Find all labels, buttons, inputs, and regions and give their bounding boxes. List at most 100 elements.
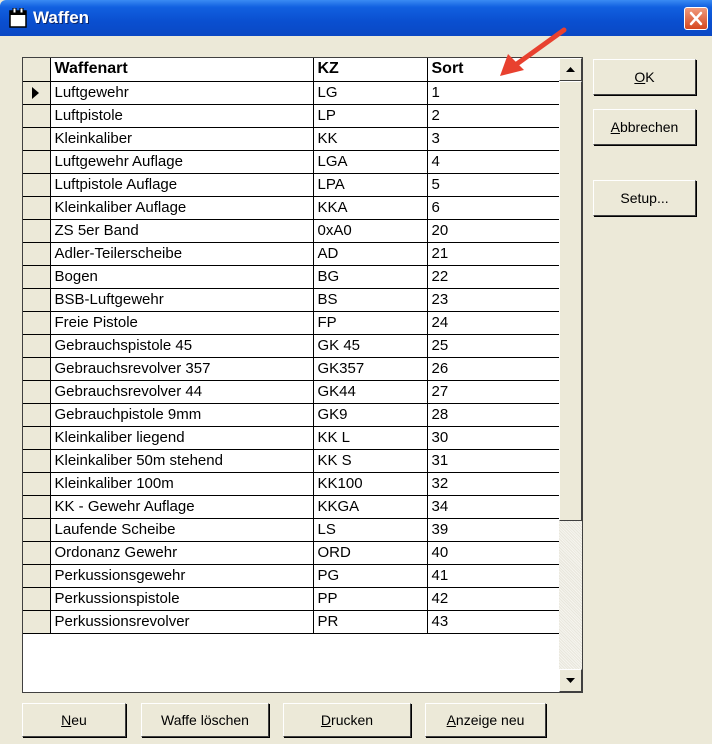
table-row[interactable]: Freie Pistole FP 24 bbox=[23, 311, 562, 335]
cell-waffenart[interactable]: Perkussionspistole bbox=[50, 587, 314, 611]
table-row[interactable]: Perkussionspistole PP 42 bbox=[23, 587, 562, 611]
cell-waffenart[interactable]: Gebrauchsrevolver 357 bbox=[50, 357, 314, 381]
cell-sort[interactable]: 28 bbox=[427, 403, 562, 427]
row-selector[interactable] bbox=[23, 104, 51, 128]
row-selector[interactable] bbox=[23, 380, 51, 404]
cancel-button[interactable]: Abbrechen bbox=[593, 109, 696, 145]
cell-sort[interactable]: 32 bbox=[427, 472, 562, 496]
table-row[interactable]: BSB-Luftgewehr BS 23 bbox=[23, 288, 562, 312]
cell-waffenart[interactable]: Freie Pistole bbox=[50, 311, 314, 335]
cell-waffenart[interactable]: Gebrauchpistole 9mm bbox=[50, 403, 314, 427]
row-selector[interactable] bbox=[23, 242, 51, 266]
row-selector[interactable] bbox=[23, 610, 51, 634]
column-header-kz[interactable]: KZ bbox=[313, 58, 428, 82]
table-row[interactable]: Kleinkaliber liegend KK L 30 bbox=[23, 426, 562, 450]
vertical-scrollbar[interactable] bbox=[559, 58, 582, 692]
row-selector[interactable] bbox=[23, 472, 51, 496]
cell-sort[interactable]: 23 bbox=[427, 288, 562, 312]
cell-sort[interactable]: 6 bbox=[427, 196, 562, 220]
cell-kz[interactable]: KK L bbox=[313, 426, 428, 450]
cell-sort[interactable]: 4 bbox=[427, 150, 562, 174]
cell-sort[interactable]: 3 bbox=[427, 127, 562, 151]
table-row[interactable]: Adler-Teilerscheibe AD 21 bbox=[23, 242, 562, 266]
table-row[interactable]: Luftpistole LP 2 bbox=[23, 104, 562, 128]
cell-sort[interactable]: 20 bbox=[427, 219, 562, 243]
cell-kz[interactable]: GK 45 bbox=[313, 334, 428, 358]
cell-sort[interactable]: 39 bbox=[427, 518, 562, 542]
cell-waffenart[interactable]: Kleinkaliber 100m bbox=[50, 472, 314, 496]
table-row[interactable]: Kleinkaliber 100m KK100 32 bbox=[23, 472, 562, 496]
close-button[interactable] bbox=[684, 7, 708, 30]
table-row[interactable]: KK - Gewehr Auflage KKGA 34 bbox=[23, 495, 562, 519]
row-selector[interactable] bbox=[23, 265, 51, 289]
new-button[interactable]: Neu bbox=[22, 703, 126, 737]
row-selector[interactable] bbox=[23, 426, 51, 450]
row-selector[interactable] bbox=[23, 564, 51, 588]
row-selector[interactable] bbox=[23, 127, 51, 151]
cell-waffenart[interactable]: Kleinkaliber bbox=[50, 127, 314, 151]
cell-waffenart[interactable]: Ordonanz Gewehr bbox=[50, 541, 314, 565]
cell-kz[interactable]: LPA bbox=[313, 173, 428, 197]
cell-sort[interactable]: 30 bbox=[427, 426, 562, 450]
table-row[interactable]: Luftgewehr Auflage LGA 4 bbox=[23, 150, 562, 174]
cell-kz[interactable]: KK S bbox=[313, 449, 428, 473]
ok-button[interactable]: OK bbox=[593, 59, 696, 95]
cell-waffenart[interactable]: Luftpistole Auflage bbox=[50, 173, 314, 197]
column-header-waffenart[interactable]: Waffenart bbox=[50, 58, 314, 82]
table-row[interactable]: Perkussionsrevolver PR 43 bbox=[23, 610, 562, 634]
cell-kz[interactable]: KK100 bbox=[313, 472, 428, 496]
cell-kz[interactable]: KKGA bbox=[313, 495, 428, 519]
table-row[interactable]: Kleinkaliber KK 3 bbox=[23, 127, 562, 151]
table-row[interactable]: Luftgewehr LG 1 bbox=[23, 81, 562, 105]
cell-sort[interactable]: 26 bbox=[427, 357, 562, 381]
print-button[interactable]: Drucken bbox=[283, 703, 411, 737]
cell-waffenart[interactable]: Luftgewehr Auflage bbox=[50, 150, 314, 174]
row-selector[interactable] bbox=[23, 541, 51, 565]
row-selector[interactable] bbox=[23, 449, 51, 473]
row-selector[interactable] bbox=[23, 357, 51, 381]
cell-sort[interactable]: 34 bbox=[427, 495, 562, 519]
cell-kz[interactable]: KKA bbox=[313, 196, 428, 220]
cell-kz[interactable]: ORD bbox=[313, 541, 428, 565]
cell-kz[interactable]: BS bbox=[313, 288, 428, 312]
cell-kz[interactable]: GK9 bbox=[313, 403, 428, 427]
table-row[interactable]: Kleinkaliber 50m stehend KK S 31 bbox=[23, 449, 562, 473]
cell-waffenart[interactable]: Kleinkaliber liegend bbox=[50, 426, 314, 450]
row-selector[interactable] bbox=[23, 518, 51, 542]
table-row[interactable]: ZS 5er Band 0xA0 20 bbox=[23, 219, 562, 243]
refresh-view-button[interactable]: Anzeige neu bbox=[425, 703, 546, 737]
cell-waffenart[interactable]: ZS 5er Band bbox=[50, 219, 314, 243]
cell-waffenart[interactable]: BSB-Luftgewehr bbox=[50, 288, 314, 312]
table-row[interactable]: Gebrauchsrevolver 44 GK44 27 bbox=[23, 380, 562, 404]
cell-kz[interactable]: LS bbox=[313, 518, 428, 542]
row-selector[interactable] bbox=[23, 334, 51, 358]
cell-waffenart[interactable]: Bogen bbox=[50, 265, 314, 289]
cell-kz[interactable]: KK bbox=[313, 127, 428, 151]
delete-weapon-button[interactable]: Waffe löschen bbox=[141, 703, 269, 737]
row-selector[interactable] bbox=[23, 81, 51, 105]
row-selector[interactable] bbox=[23, 173, 51, 197]
cell-sort[interactable]: 43 bbox=[427, 610, 562, 634]
cell-kz[interactable]: GK44 bbox=[313, 380, 428, 404]
cell-waffenart[interactable]: KK - Gewehr Auflage bbox=[50, 495, 314, 519]
table-row[interactable]: Luftpistole Auflage LPA 5 bbox=[23, 173, 562, 197]
row-selector[interactable] bbox=[23, 311, 51, 335]
cell-kz[interactable]: LG bbox=[313, 81, 428, 105]
cell-sort[interactable]: 40 bbox=[427, 541, 562, 565]
table-row[interactable]: Gebrauchpistole 9mm GK9 28 bbox=[23, 403, 562, 427]
setup-button[interactable]: Setup... bbox=[593, 180, 696, 216]
cell-sort[interactable]: 2 bbox=[427, 104, 562, 128]
title-bar[interactable]: Waffen bbox=[0, 0, 712, 36]
table-row[interactable]: Ordonanz Gewehr ORD 40 bbox=[23, 541, 562, 565]
cell-waffenart[interactable]: Perkussionsrevolver bbox=[50, 610, 314, 634]
cell-kz[interactable]: 0xA0 bbox=[313, 219, 428, 243]
row-selector[interactable] bbox=[23, 495, 51, 519]
cell-waffenart[interactable]: Gebrauchsrevolver 44 bbox=[50, 380, 314, 404]
cell-kz[interactable]: LP bbox=[313, 104, 428, 128]
cell-sort[interactable]: 27 bbox=[427, 380, 562, 404]
row-selector[interactable] bbox=[23, 288, 51, 312]
cell-sort[interactable]: 21 bbox=[427, 242, 562, 266]
scroll-thumb[interactable] bbox=[559, 81, 582, 521]
cell-sort[interactable]: 1 bbox=[427, 81, 562, 105]
cell-waffenart[interactable]: Luftpistole bbox=[50, 104, 314, 128]
